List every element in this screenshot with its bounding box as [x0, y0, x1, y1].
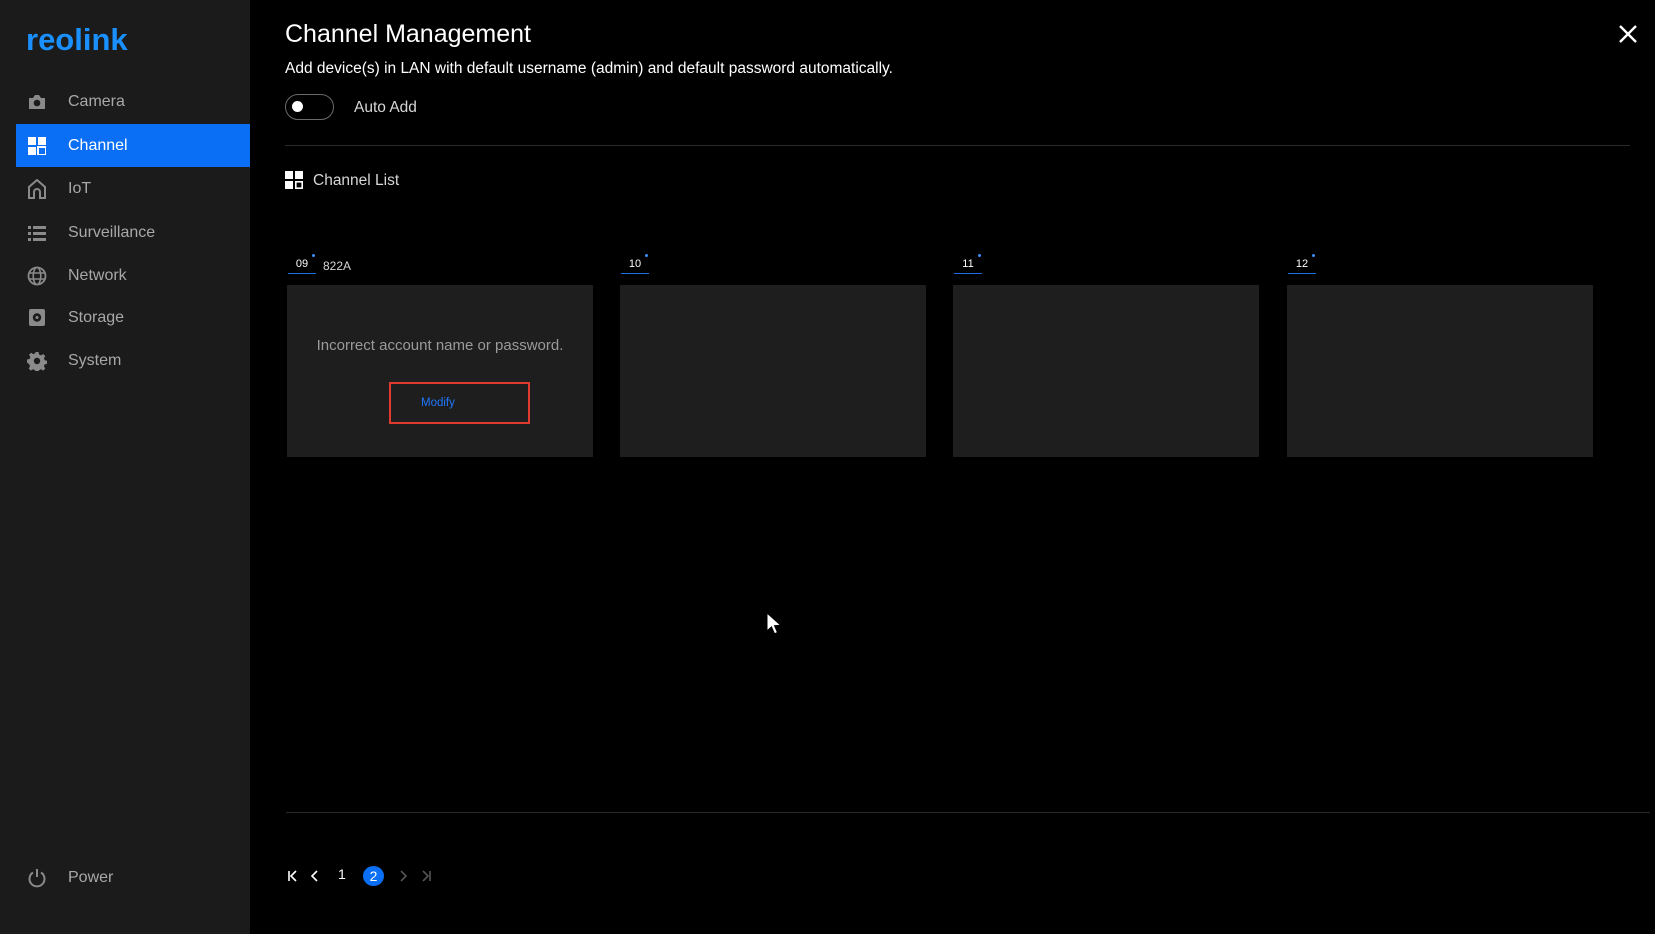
camera-icon: [26, 91, 48, 113]
channel-number-11: 11: [954, 254, 982, 274]
channel-tile-12[interactable]: [1287, 285, 1593, 457]
sidebar-item-network[interactable]: Network: [16, 254, 250, 297]
channel-tile-11[interactable]: [953, 285, 1259, 457]
first-page-button[interactable]: [284, 866, 302, 886]
toggle-knob: [292, 101, 303, 112]
last-page-button[interactable]: [417, 866, 435, 886]
close-icon: [1619, 25, 1637, 43]
sidebar-item-label: Camera: [68, 92, 125, 110]
sidebar-item-storage[interactable]: Storage: [16, 296, 250, 339]
grid-icon: [26, 135, 48, 157]
channel-number-12: 12: [1288, 254, 1316, 274]
sidebar-item-label: Surveillance: [68, 223, 156, 241]
prev-page-button[interactable]: [306, 866, 324, 886]
divider: [286, 812, 1650, 813]
home-icon: [26, 178, 48, 200]
divider: [285, 145, 1630, 146]
globe-icon: [26, 265, 48, 287]
channel-list-icon: [285, 171, 304, 194]
modify-button[interactable]: Modify: [389, 382, 530, 424]
close-button[interactable]: [1614, 20, 1642, 48]
storage-icon: [26, 307, 48, 329]
channel-number-09: 09: [288, 254, 316, 274]
sidebar-item-label: Network: [68, 266, 127, 284]
sidebar-item-surveillance[interactable]: Surveillance: [16, 211, 250, 254]
channel-tile-10[interactable]: [620, 285, 926, 457]
power-button[interactable]: Power: [16, 856, 250, 899]
sidebar-item-camera[interactable]: Camera: [16, 80, 250, 123]
error-message: Incorrect account name or password.: [316, 337, 564, 354]
auto-add-label: Auto Add: [354, 99, 417, 116]
channel-list-title: Channel List: [313, 172, 400, 189]
power-label: Power: [68, 868, 114, 886]
page-title: Channel Management: [285, 20, 531, 48]
sidebar-item-label: Storage: [68, 308, 125, 326]
gear-icon: [26, 350, 48, 372]
channel-tile-09[interactable]: Incorrect account name or password. Modi…: [287, 285, 593, 457]
svg-text:reolink: reolink: [26, 24, 128, 56]
auto-add-toggle[interactable]: [285, 94, 334, 120]
chevron-right-icon: [400, 870, 408, 882]
sidebar-item-label: IoT: [68, 179, 92, 197]
last-page-icon: [422, 870, 431, 882]
page-number[interactable]: 1: [338, 866, 346, 882]
mouse-cursor-icon: [766, 611, 782, 641]
sidebar-item-label: Channel: [68, 136, 128, 154]
sidebar-item-iot[interactable]: IoT: [16, 167, 250, 210]
sidebar-item-channel[interactable]: Channel: [16, 124, 250, 167]
list-icon: [26, 222, 48, 244]
page-subtitle: Add device(s) in LAN with default userna…: [285, 60, 893, 77]
channel-number-10: 10: [621, 254, 649, 274]
sidebar-item-system[interactable]: System: [16, 339, 250, 382]
sidebar-item-label: System: [68, 351, 122, 369]
power-icon: [26, 867, 48, 889]
page-number-current[interactable]: 2: [363, 866, 384, 886]
next-page-button[interactable]: [394, 866, 412, 886]
channel-name: 822A: [323, 259, 352, 273]
first-page-icon: [288, 870, 297, 882]
sidebar: reolink Camera Channel IoT Surveillance …: [0, 0, 250, 934]
chevron-left-icon: [310, 870, 318, 882]
reolink-logo: reolink: [26, 22, 144, 61]
